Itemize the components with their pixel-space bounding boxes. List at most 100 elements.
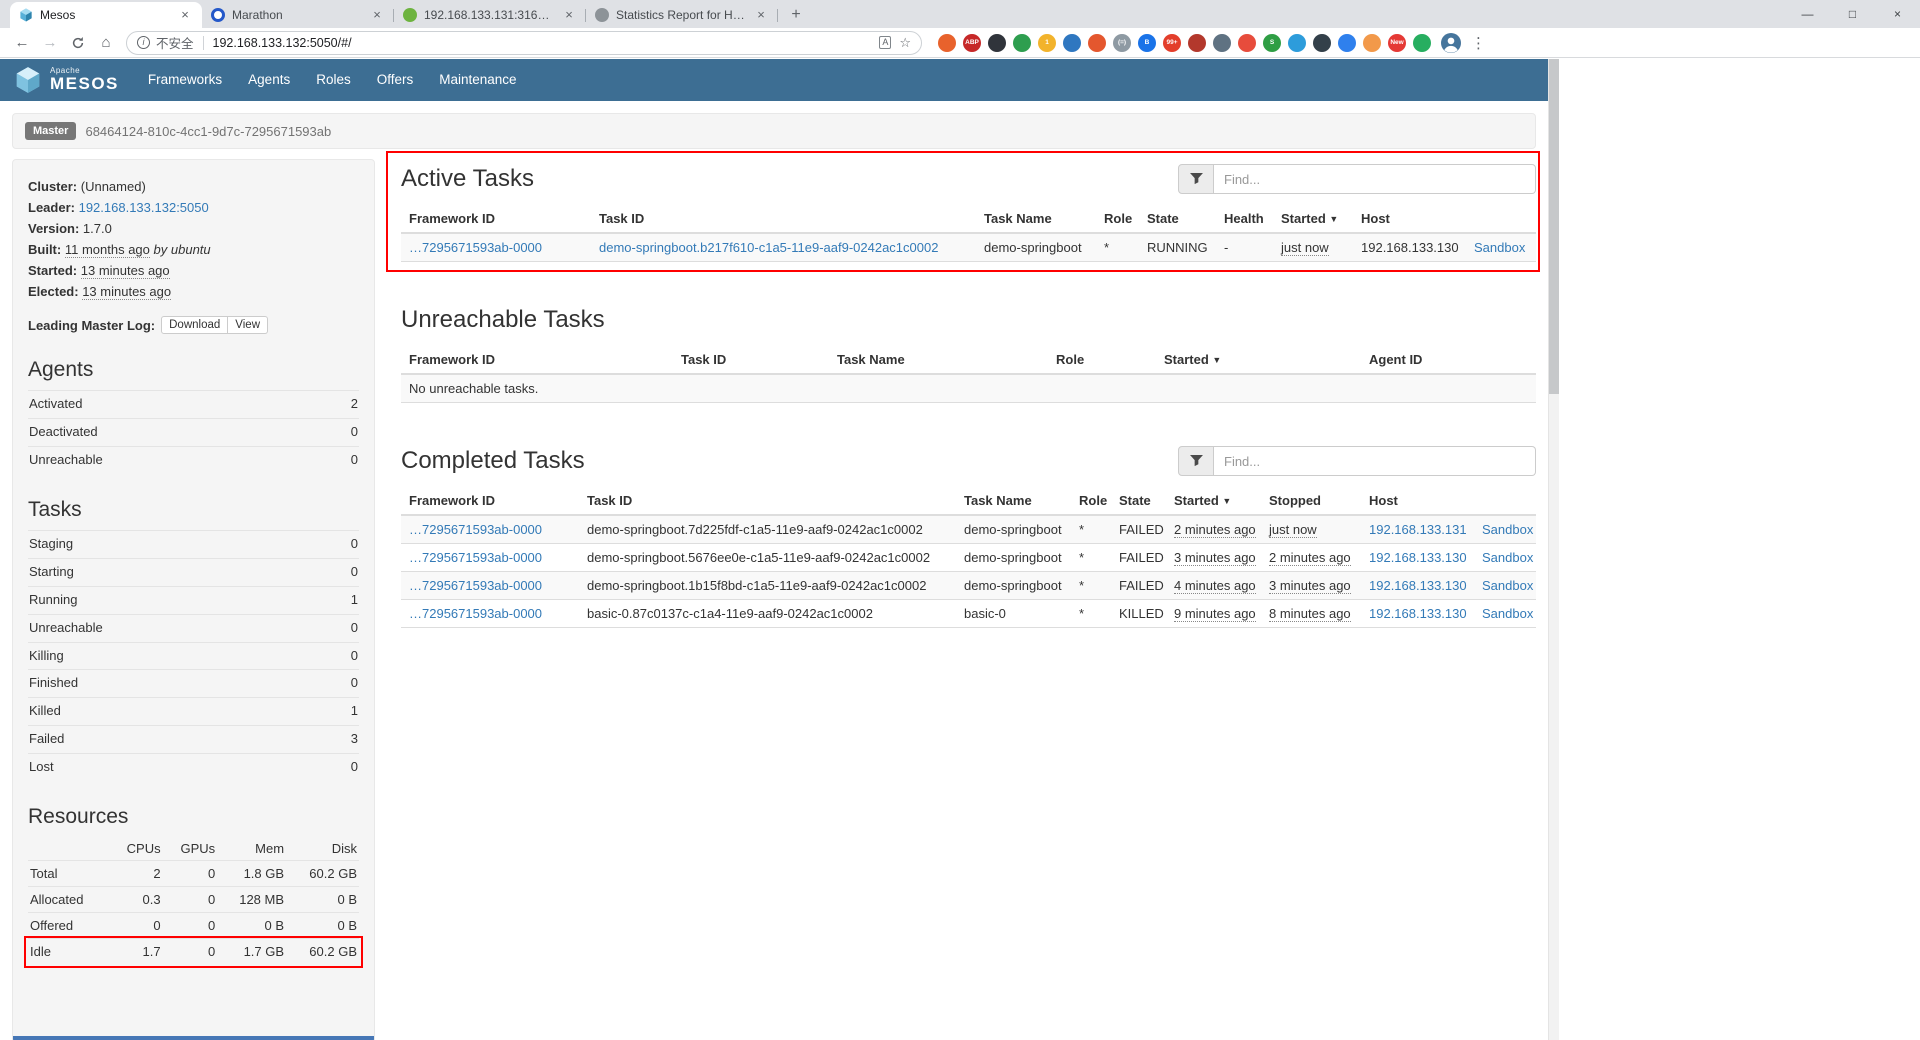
nav-item-offers[interactable]: Offers bbox=[364, 59, 427, 101]
framework-id-link[interactable]: …7295671593ab-0000 bbox=[409, 240, 542, 255]
extension-icon[interactable]: 1 bbox=[1038, 34, 1056, 52]
host-cell: 192.168.133.131 bbox=[1361, 515, 1474, 544]
maximize-button[interactable]: □ bbox=[1830, 0, 1875, 28]
started-cell: 2 minutes ago bbox=[1166, 515, 1261, 544]
vertical-scrollbar[interactable] bbox=[1548, 59, 1559, 1040]
task-name-cell: demo-springboot bbox=[956, 544, 1071, 572]
spring-favicon-icon bbox=[403, 8, 417, 22]
leader-label: Leader: bbox=[28, 200, 75, 215]
host-link[interactable]: 192.168.133.131 bbox=[1369, 522, 1467, 537]
framework-id-link[interactable]: …7295671593ab-0000 bbox=[409, 578, 542, 593]
framework-id-link[interactable]: …7295671593ab-0000 bbox=[409, 606, 542, 621]
extension-icon[interactable] bbox=[1063, 34, 1081, 52]
mesos-brand[interactable]: Apache MESOS bbox=[14, 66, 119, 94]
scrollbar-thumb[interactable] bbox=[1549, 59, 1559, 394]
extension-icon[interactable] bbox=[1313, 34, 1331, 52]
tab-marathon[interactable]: Marathon × bbox=[202, 2, 394, 28]
framework-id-cell: …7295671593ab-0000 bbox=[401, 544, 579, 572]
tab-close-icon[interactable]: × bbox=[753, 7, 769, 23]
minimize-button[interactable]: — bbox=[1785, 0, 1830, 28]
brand-apache-label: Apache bbox=[50, 67, 119, 75]
extension-icon[interactable] bbox=[1088, 34, 1106, 52]
extension-icon[interactable] bbox=[988, 34, 1006, 52]
empty-row: No unreachable tasks. bbox=[401, 374, 1536, 403]
framework-id-link[interactable]: …7295671593ab-0000 bbox=[409, 522, 542, 537]
tab-close-icon[interactable]: × bbox=[177, 7, 193, 23]
task-name-cell: demo-springboot bbox=[976, 233, 1096, 262]
nav-item-maintenance[interactable]: Maintenance bbox=[426, 59, 529, 101]
extension-icon[interactable]: 99+ bbox=[1163, 34, 1181, 52]
sandbox-link[interactable]: Sandbox bbox=[1482, 606, 1533, 621]
host-link[interactable]: 192.168.133.130 bbox=[1369, 578, 1467, 593]
tab-close-icon[interactable]: × bbox=[369, 7, 385, 23]
extension-icon[interactable] bbox=[1013, 34, 1031, 52]
nav-item-frameworks[interactable]: Frameworks bbox=[135, 59, 235, 101]
forward-button[interactable]: → bbox=[36, 30, 64, 56]
page-viewport: Apache MESOS Frameworks Agents Roles Off… bbox=[0, 59, 1920, 1040]
tab-mesos[interactable]: Mesos × bbox=[10, 2, 202, 28]
resources-row-idle: Idle1.701.7 GB60.2 GB bbox=[28, 938, 359, 964]
reload-button[interactable] bbox=[64, 30, 92, 56]
profile-avatar[interactable] bbox=[1441, 33, 1461, 53]
role-cell: * bbox=[1096, 233, 1139, 262]
close-button[interactable]: × bbox=[1875, 0, 1920, 28]
version-label: Version: bbox=[28, 221, 79, 236]
tab-close-icon[interactable]: × bbox=[561, 7, 577, 23]
task-id-link[interactable]: demo-springboot.b217f610-c1a5-11e9-aaf9-… bbox=[599, 240, 938, 255]
started-sort-header[interactable]: Started ▼ bbox=[1156, 346, 1361, 374]
started-sort-header[interactable]: Started ▼ bbox=[1166, 487, 1261, 515]
sandbox-link[interactable]: Sandbox bbox=[1482, 578, 1533, 593]
log-view-button[interactable]: View bbox=[228, 316, 268, 334]
extension-icon[interactable] bbox=[1213, 34, 1231, 52]
nav-item-roles[interactable]: Roles bbox=[303, 59, 364, 101]
started-sort-header[interactable]: Started ▼ bbox=[1273, 205, 1353, 233]
extension-icon[interactable] bbox=[1288, 34, 1306, 52]
stat-row-running: Running1 bbox=[28, 586, 359, 614]
filter-funnel-button[interactable] bbox=[1178, 164, 1214, 194]
extension-icon[interactable]: (=) bbox=[1113, 34, 1131, 52]
url-text[interactable]: 192.168.133.132:5050/#/ bbox=[213, 36, 872, 50]
host-link[interactable]: 192.168.133.130 bbox=[1369, 550, 1467, 565]
extension-icon[interactable] bbox=[1363, 34, 1381, 52]
host-link[interactable]: 192.168.133.130 bbox=[1369, 606, 1467, 621]
extension-icon[interactable] bbox=[1238, 34, 1256, 52]
page-info-icon[interactable]: i bbox=[137, 36, 150, 49]
leader-link[interactable]: 192.168.133.132:5050 bbox=[79, 200, 209, 215]
sandbox-link[interactable]: Sandbox bbox=[1482, 522, 1533, 537]
unreachable-tasks-table: Framework ID Task ID Task Name Role Star… bbox=[401, 346, 1536, 403]
extension-icon[interactable]: New bbox=[1388, 34, 1406, 52]
framework-id-link[interactable]: …7295671593ab-0000 bbox=[409, 550, 542, 565]
stopped-cell: 8 minutes ago bbox=[1261, 600, 1361, 628]
active-tasks-find-input[interactable] bbox=[1214, 164, 1536, 194]
sandbox-link[interactable]: Sandbox bbox=[1474, 240, 1525, 255]
tab-title: Statistics Report for HAProxy bbox=[616, 8, 746, 22]
back-button[interactable]: ← bbox=[8, 30, 36, 56]
sandbox-cell: Sandbox bbox=[1474, 572, 1536, 600]
address-bar[interactable]: i 不安全 192.168.133.132:5050/#/ A ☆ bbox=[126, 31, 922, 55]
extension-icon[interactable] bbox=[1413, 34, 1431, 52]
new-tab-button[interactable]: + bbox=[782, 2, 810, 28]
tab-springboot-hello[interactable]: 192.168.133.131:31657/hello × bbox=[394, 2, 586, 28]
translate-icon[interactable]: A bbox=[879, 36, 891, 49]
tasks-heading: Tasks bbox=[28, 498, 359, 522]
filter-funnel-button[interactable] bbox=[1178, 446, 1214, 476]
sidebar: Cluster: (Unnamed) Leader: 192.168.133.1… bbox=[12, 159, 375, 1040]
completed-tasks-find-input[interactable] bbox=[1214, 446, 1536, 476]
extension-icon[interactable] bbox=[938, 34, 956, 52]
sandbox-link[interactable]: Sandbox bbox=[1482, 550, 1533, 565]
nav-item-agents[interactable]: Agents bbox=[235, 59, 303, 101]
bookmark-star-icon[interactable]: ☆ bbox=[899, 35, 911, 51]
tab-haproxy-stats[interactable]: Statistics Report for HAProxy × bbox=[586, 2, 778, 28]
extension-icon[interactable]: B bbox=[1138, 34, 1156, 52]
log-download-button[interactable]: Download bbox=[161, 316, 228, 334]
funnel-icon bbox=[1190, 455, 1203, 467]
framework-id-cell: …7295671593ab-0000 bbox=[401, 572, 579, 600]
stat-row-failed: Failed3 bbox=[28, 725, 359, 753]
extension-icon[interactable] bbox=[1188, 34, 1206, 52]
funnel-icon bbox=[1190, 173, 1203, 185]
extension-icon[interactable]: ABP bbox=[963, 34, 981, 52]
extension-icon[interactable] bbox=[1338, 34, 1356, 52]
browser-menu-icon[interactable]: ⋮ bbox=[1471, 34, 1486, 52]
extension-icon[interactable]: S bbox=[1263, 34, 1281, 52]
home-button[interactable]: ⌂ bbox=[92, 30, 120, 56]
